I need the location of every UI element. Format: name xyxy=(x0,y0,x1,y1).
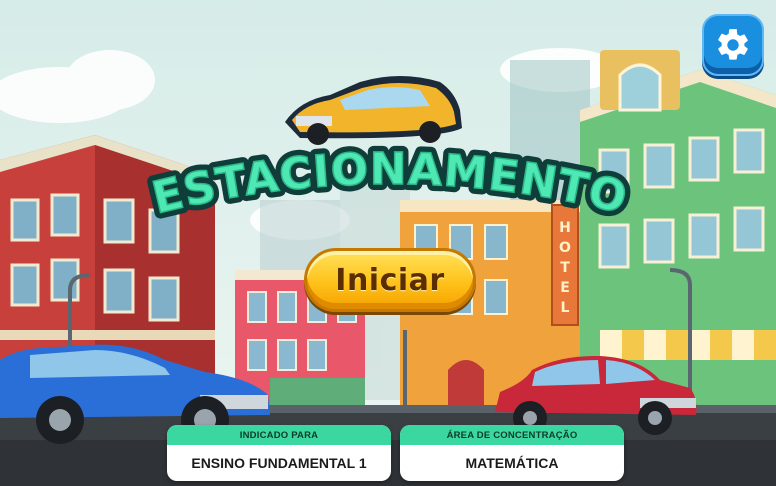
focus-area-value: MATEMÁTICA xyxy=(465,455,559,471)
game-screen: H O T E L ESTACIONAMENTO ESTACIONAMENTO … xyxy=(0,0,776,486)
focus-area-card: ÁREA DE CONCENTRAÇÃO MATEMÁTICA xyxy=(400,425,624,481)
start-button[interactable]: Iniciar xyxy=(304,248,476,312)
focus-area-label: ÁREA DE CONCENTRAÇÃO xyxy=(400,425,624,445)
svg-text:E: E xyxy=(560,280,570,296)
svg-text:O: O xyxy=(559,240,571,256)
game-title: ESTACIONAMENTO ESTACIONAMENTO xyxy=(130,138,650,240)
svg-text:T: T xyxy=(560,260,570,276)
recommended-level-label: INDICADO PARA xyxy=(167,425,391,445)
recommended-level-card: INDICADO PARA ENSINO FUNDAMENTAL 1 xyxy=(167,425,391,481)
svg-text:ESTACIONAMENTO: ESTACIONAMENTO xyxy=(147,144,632,224)
svg-text:L: L xyxy=(561,300,570,316)
city-background: H O T E L xyxy=(0,0,776,486)
title-text: ESTACIONAMENTO xyxy=(147,143,632,225)
start-button-label: Iniciar xyxy=(335,262,445,298)
gear-icon xyxy=(718,29,748,60)
settings-button[interactable] xyxy=(702,14,764,76)
recommended-level-value: ENSINO FUNDAMENTAL 1 xyxy=(191,455,367,471)
